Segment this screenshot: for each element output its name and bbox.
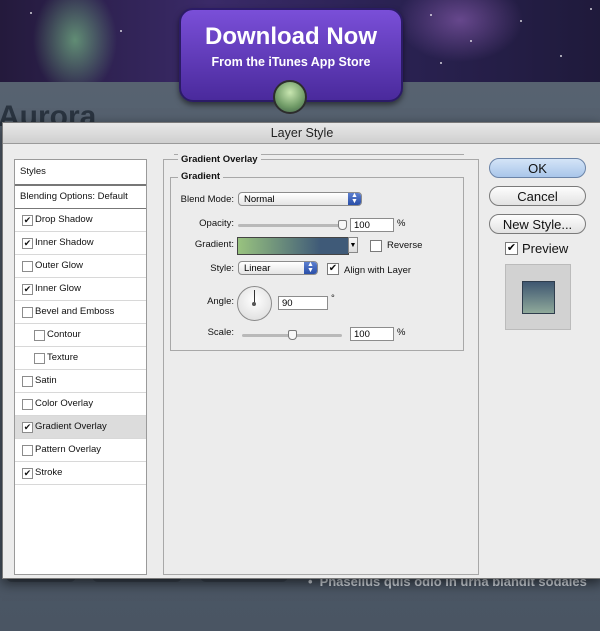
style-item[interactable]: Color Overlay bbox=[15, 393, 146, 416]
style-item[interactable]: Satin bbox=[15, 370, 146, 393]
scale-label: Scale: bbox=[207, 327, 234, 338]
badge-knob-icon bbox=[273, 80, 307, 114]
style-item-label: Pattern Overlay bbox=[35, 444, 101, 455]
style-item[interactable]: Contour bbox=[15, 324, 146, 347]
style-item[interactable]: Outer Glow bbox=[15, 255, 146, 278]
ok-button[interactable]: OK bbox=[489, 158, 586, 178]
preview-checkbox[interactable]: ✔ bbox=[505, 242, 518, 255]
select-arrows-icon: ▲ ▼ bbox=[304, 261, 317, 274]
opacity-label: Opacity: bbox=[199, 218, 234, 229]
gradient-dropdown-icon[interactable]: ▼ bbox=[348, 237, 358, 253]
scale-unit: % bbox=[397, 327, 406, 338]
style-item-label: Outer Glow bbox=[35, 260, 84, 271]
style-item-checkbox[interactable] bbox=[22, 261, 33, 272]
style-item-label: Inner Glow bbox=[35, 283, 81, 294]
style-item-checkbox[interactable] bbox=[34, 330, 45, 341]
blend-mode-select[interactable]: Normal ▲ ▼ bbox=[238, 192, 362, 206]
style-item[interactable]: Pattern Overlay bbox=[15, 439, 146, 462]
styles-list: Styles Blending Options: Default ✔ Drop S… bbox=[14, 159, 147, 575]
style-item-checkbox[interactable] bbox=[22, 307, 33, 318]
section-title: Gradient Overlay bbox=[178, 154, 261, 165]
opacity-input[interactable]: 100 bbox=[350, 218, 394, 232]
style-item-checkbox[interactable] bbox=[22, 445, 33, 456]
style-item-checkbox[interactable] bbox=[34, 353, 45, 364]
style-preview bbox=[505, 264, 571, 330]
scale-slider-thumb[interactable] bbox=[288, 330, 297, 340]
reverse-label: Reverse bbox=[387, 240, 423, 251]
align-with-layer-checkbox[interactable]: ✔ bbox=[327, 263, 339, 275]
gradient-swatch[interactable] bbox=[237, 237, 349, 255]
download-title: Download Now bbox=[205, 23, 377, 50]
style-item-label: Gradient Overlay bbox=[35, 421, 107, 432]
styles-header[interactable]: Styles bbox=[15, 160, 146, 186]
style-item[interactable]: ✔ Stroke bbox=[15, 462, 146, 485]
download-subtitle: From the iTunes App Store bbox=[211, 55, 371, 69]
angle-label: Angle: bbox=[207, 296, 234, 307]
group-title: Gradient bbox=[178, 171, 224, 182]
style-item-label: Inner Shadow bbox=[35, 237, 94, 248]
scale-input[interactable]: 100 bbox=[350, 327, 394, 341]
angle-hub bbox=[252, 302, 256, 306]
align-with-layer-label: Align with Layer bbox=[344, 265, 412, 276]
style-item[interactable]: ✔ Inner Shadow bbox=[15, 232, 146, 255]
new-style-button[interactable]: New Style... bbox=[489, 214, 586, 234]
style-item[interactable]: ✔ Gradient Overlay bbox=[15, 416, 146, 439]
opacity-unit: % bbox=[397, 218, 406, 229]
dialog-title: Layer Style bbox=[3, 123, 600, 144]
style-select[interactable]: Linear ▲ ▼ bbox=[238, 261, 318, 275]
style-item-label: Texture bbox=[47, 352, 79, 363]
blending-options-item[interactable]: Blending Options: Default bbox=[15, 186, 146, 209]
style-item-checkbox[interactable]: ✔ bbox=[22, 238, 33, 249]
cancel-button[interactable]: Cancel bbox=[489, 186, 586, 206]
style-item[interactable]: ✔ Inner Glow bbox=[15, 278, 146, 301]
style-item[interactable]: Texture bbox=[15, 347, 146, 370]
style-item[interactable]: Bevel and Emboss bbox=[15, 301, 146, 324]
style-item-checkbox[interactable]: ✔ bbox=[22, 468, 33, 479]
blend-mode-label: Blend Mode: bbox=[180, 194, 234, 205]
preview-swatch bbox=[522, 281, 555, 314]
style-item-label: Color Overlay bbox=[35, 398, 94, 409]
angle-dial[interactable] bbox=[237, 286, 272, 321]
style-item-label: Stroke bbox=[35, 467, 63, 478]
select-arrows-icon: ▲ ▼ bbox=[348, 192, 361, 205]
style-item-checkbox[interactable]: ✔ bbox=[22, 284, 33, 295]
style-item-checkbox[interactable] bbox=[22, 376, 33, 387]
style-value: Linear bbox=[244, 263, 271, 274]
opacity-slider-thumb[interactable] bbox=[338, 220, 347, 230]
style-item[interactable]: ✔ Drop Shadow bbox=[15, 209, 146, 232]
style-label: Style: bbox=[210, 263, 234, 274]
style-item-checkbox[interactable]: ✔ bbox=[22, 422, 33, 433]
style-item-label: Bevel and Emboss bbox=[35, 306, 115, 317]
style-item-checkbox[interactable] bbox=[22, 399, 33, 410]
preview-label: Preview bbox=[522, 241, 569, 256]
style-item-label: Contour bbox=[47, 329, 81, 340]
style-item-label: Satin bbox=[35, 375, 57, 386]
blend-mode-value: Normal bbox=[244, 194, 275, 205]
style-item-label: Drop Shadow bbox=[35, 214, 93, 225]
angle-unit: ° bbox=[331, 293, 335, 304]
gradient-label: Gradient: bbox=[194, 239, 234, 250]
angle-input[interactable]: 90 bbox=[278, 296, 328, 310]
opacity-slider-track[interactable] bbox=[238, 224, 346, 227]
style-item-checkbox[interactable]: ✔ bbox=[22, 215, 33, 226]
reverse-checkbox[interactable] bbox=[370, 240, 382, 252]
